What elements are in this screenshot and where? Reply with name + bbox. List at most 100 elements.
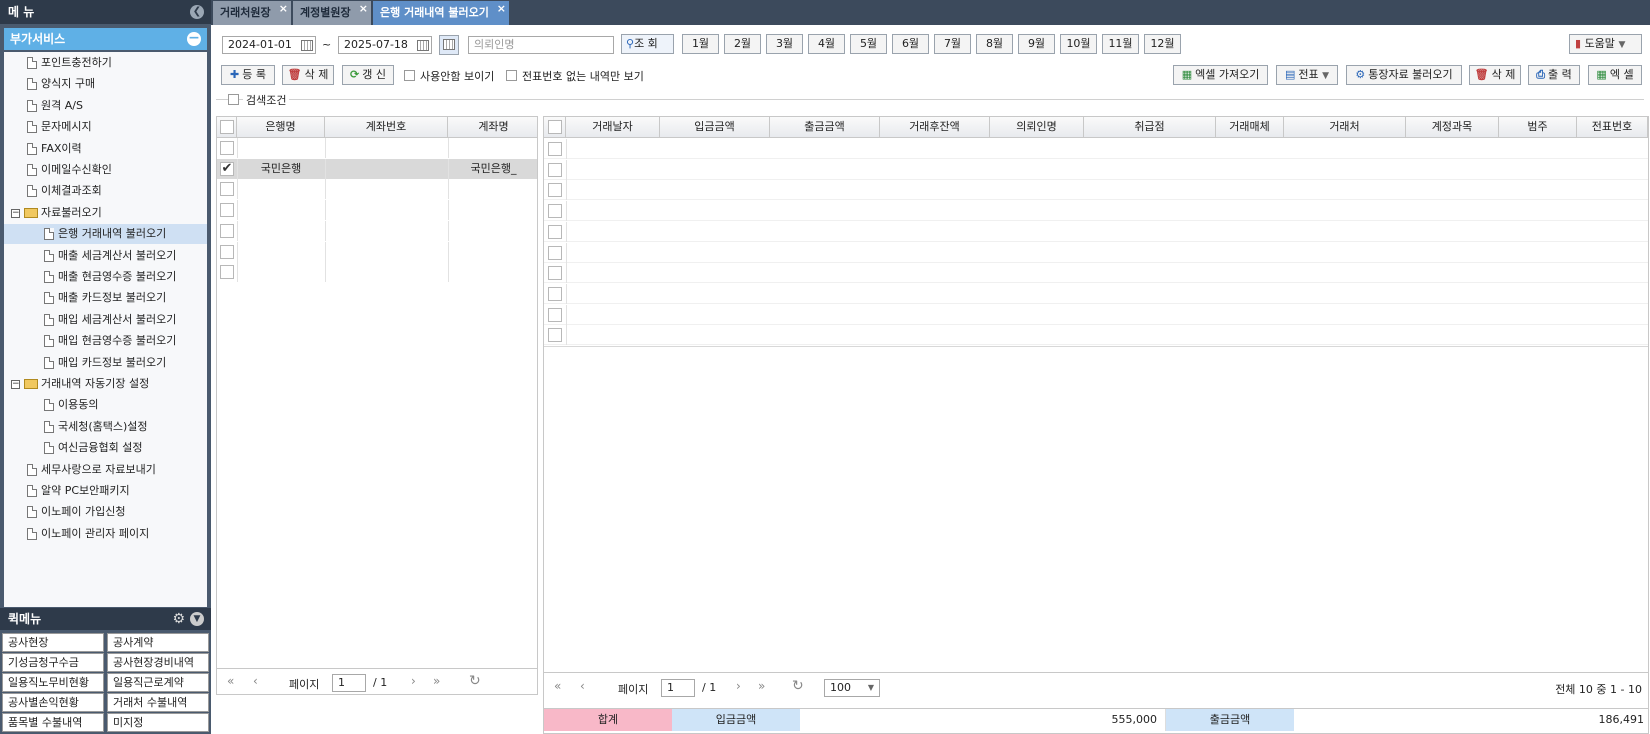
next-page-icon[interactable]: ›	[411, 674, 416, 688]
column-header[interactable]: 입금금액	[660, 117, 770, 138]
table-row[interactable]	[544, 242, 1648, 263]
column-header[interactable]: 출금금액	[770, 117, 880, 138]
table-row[interactable]	[544, 139, 1648, 159]
collapse-icon[interactable]: −	[11, 380, 20, 389]
depositor-search-input[interactable]: 의뢰인명	[468, 36, 614, 54]
gear-icon[interactable]: ⚙	[172, 612, 185, 626]
calendar-icon[interactable]	[301, 40, 313, 51]
close-icon[interactable]: ×	[279, 0, 288, 21]
month-button[interactable]: 8월	[976, 34, 1013, 54]
calendar-icon[interactable]	[417, 40, 429, 51]
menu-item[interactable]: 매입 카드정보 불러오기	[4, 353, 207, 373]
menu-item[interactable]: 양식지 구매	[4, 74, 207, 94]
column-header-select[interactable]	[544, 117, 566, 138]
month-button[interactable]: 3월	[766, 34, 803, 54]
month-button[interactable]: 12월	[1144, 34, 1181, 54]
first-page-icon[interactable]: «	[554, 679, 561, 693]
menu-item[interactable]: 이체결과조회	[4, 181, 207, 201]
table-row[interactable]	[217, 262, 537, 283]
menu-item[interactable]: 이용동의	[4, 395, 207, 415]
search-button[interactable]: ⚲조 회	[621, 34, 674, 54]
row-checkbox[interactable]	[220, 244, 234, 259]
column-header-account-no[interactable]: 계좌번호	[325, 117, 448, 138]
delete-button[interactable]: 🗑 삭 제	[282, 65, 334, 85]
page-number-input[interactable]: 1	[332, 674, 366, 692]
tab-bank-import[interactable]: 은행 거래내역 불러오기 ×	[373, 1, 509, 25]
collapse-icon[interactable]: −	[11, 208, 20, 218]
row-checkbox[interactable]	[548, 245, 562, 260]
menu-item[interactable]: 국세청(홈택스)설정	[4, 417, 207, 437]
menu-item[interactable]: 이노페이 관리자 페이지	[4, 524, 207, 544]
quick-menu-button[interactable]: 미지정	[107, 713, 209, 732]
page-size-select[interactable]: 100 ▼	[824, 679, 880, 697]
table-row[interactable]	[544, 221, 1648, 242]
register-button[interactable]: ✚ 등 록	[221, 65, 275, 85]
prev-page-icon[interactable]: ‹	[253, 674, 258, 688]
reload-icon[interactable]: ↻	[469, 673, 481, 689]
column-header[interactable]: 거래후잔액	[880, 117, 990, 138]
column-header[interactable]: 취급점	[1084, 117, 1216, 138]
quick-menu-button[interactable]: 공사현장경비내역	[107, 653, 209, 672]
chevron-down-icon[interactable]: ▼	[190, 612, 204, 626]
menu-item[interactable]: 매입 현금영수증 불러오기	[4, 331, 207, 351]
menu-item[interactable]: 세무사랑으로 자료보내기	[4, 460, 207, 480]
table-row[interactable]	[544, 263, 1648, 284]
excel-export-button[interactable]: ▦ 엑 셀	[1588, 65, 1642, 85]
select-all-checkbox[interactable]	[220, 120, 234, 134]
row-checkbox[interactable]: ✔	[220, 161, 234, 176]
help-button[interactable]: ▮ 도움말 ▼	[1569, 34, 1642, 54]
month-button[interactable]: 9월	[1018, 34, 1055, 54]
row-checkbox[interactable]	[548, 183, 562, 198]
table-row[interactable]	[544, 304, 1648, 325]
next-page-icon[interactable]: ›	[736, 679, 741, 693]
row-checkbox[interactable]	[220, 265, 234, 280]
table-row[interactable]	[217, 200, 537, 221]
calendar-picker-button[interactable]	[439, 35, 459, 55]
row-checkbox[interactable]	[220, 182, 234, 197]
menu-folder[interactable]: − 거래내역 자동기장 설정	[4, 374, 207, 394]
row-checkbox[interactable]	[548, 286, 562, 301]
menu-folder[interactable]: − 자료불러오기	[4, 203, 207, 223]
row-checkbox[interactable]	[548, 162, 562, 177]
table-row[interactable]	[217, 241, 537, 262]
month-button[interactable]: 11월	[1102, 34, 1139, 54]
menu-item[interactable]: 문자메시지	[4, 117, 207, 137]
month-button[interactable]: 1월	[682, 34, 719, 54]
month-button[interactable]: 6월	[892, 34, 929, 54]
print-button[interactable]: ⎙ 출 력	[1528, 65, 1580, 85]
close-icon[interactable]: ×	[359, 0, 368, 21]
select-all-checkbox[interactable]	[548, 120, 562, 134]
first-page-icon[interactable]: «	[227, 674, 234, 688]
column-header[interactable]: 전표번호	[1577, 117, 1648, 138]
table-row[interactable]	[544, 283, 1648, 304]
quick-menu-button[interactable]: 공사별손익현황	[2, 693, 104, 712]
column-header-bank[interactable]: 은행명	[237, 117, 325, 138]
column-header-select[interactable]	[217, 117, 237, 138]
tab-ledger-by-client[interactable]: 거래처원장 ×	[213, 1, 291, 25]
row-checkbox[interactable]	[220, 141, 234, 155]
prev-page-icon[interactable]: ‹	[580, 679, 585, 693]
menu-item[interactable]: 은행 거래내역 불러오기	[4, 224, 207, 245]
table-row[interactable]	[217, 179, 537, 200]
menu-item[interactable]: 포인트충전하기	[4, 53, 207, 73]
table-row[interactable]	[544, 325, 1648, 346]
menu-item[interactable]: 이메일수신확인	[4, 160, 207, 180]
refresh-button[interactable]: ⟳ 갱 신	[342, 65, 394, 85]
show-unused-checkbox[interactable]	[404, 70, 415, 81]
last-page-icon[interactable]: »	[433, 674, 440, 688]
sidebar-collapse-icon[interactable]: ❮	[190, 5, 204, 19]
month-button[interactable]: 10월	[1060, 34, 1097, 54]
column-header-account-name[interactable]: 계좌명	[448, 117, 537, 138]
sidebar-section-header[interactable]: 부가서비스 −	[4, 28, 207, 50]
search-condition-checkbox[interactable]	[228, 94, 239, 105]
reload-icon[interactable]: ↻	[792, 678, 804, 694]
table-row[interactable]	[544, 180, 1648, 201]
menu-item[interactable]: 원격 A/S	[4, 96, 207, 116]
section-collapse-icon[interactable]: −	[187, 31, 201, 46]
menu-item[interactable]: 매출 세금계산서 불러오기	[4, 246, 207, 266]
column-header[interactable]: 계정과목	[1406, 117, 1499, 138]
quick-menu-button[interactable]: 일용직근로계약	[107, 673, 209, 692]
column-header[interactable]: 범주	[1499, 117, 1577, 138]
close-icon[interactable]: ×	[497, 0, 506, 21]
excel-import-button[interactable]: ▦ 엑셀 가져오기	[1173, 65, 1268, 85]
